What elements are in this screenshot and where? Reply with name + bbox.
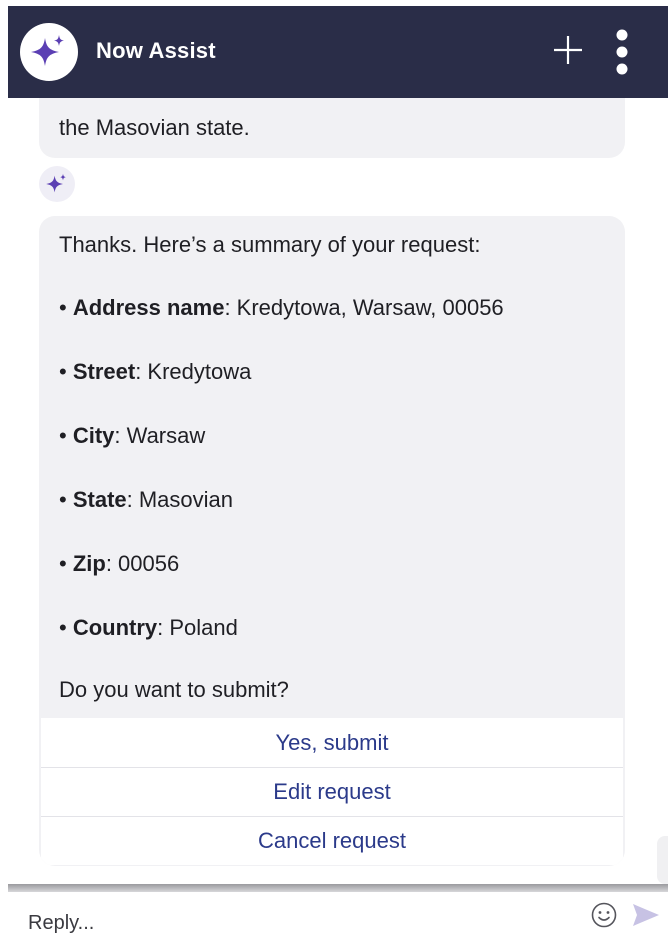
chat-header: Now Assist <box>8 6 668 98</box>
sparkle-icon <box>46 173 66 193</box>
field-value: : Warsaw <box>114 423 206 448</box>
smiley-icon[interactable] <box>590 901 618 929</box>
summary-field-zip: • Zip: 00056 <box>59 551 179 577</box>
send-icon[interactable] <box>631 902 661 928</box>
edit-request-button[interactable]: Edit request <box>41 767 623 816</box>
field-label: Street <box>72 359 136 384</box>
scroll-indicator[interactable] <box>657 836 668 884</box>
bullet: • <box>59 615 67 640</box>
summary-field-street: • Street: Kredytowa <box>59 359 251 385</box>
bot-avatar <box>39 166 75 202</box>
bullet: • <box>59 423 67 448</box>
summary-field-state: • State: Masovian <box>59 487 233 513</box>
now-assist-avatar <box>20 23 78 81</box>
bullet: • <box>59 359 67 384</box>
quick-reply-options: Yes, submit Edit request Cancel request <box>41 718 623 865</box>
field-label: City <box>72 423 115 448</box>
reply-composer <box>0 892 668 952</box>
reply-input[interactable] <box>28 908 568 938</box>
composer-divider <box>8 884 668 892</box>
chat-transcript[interactable]: the Masovian state. Thanks. Here’s a sum… <box>0 98 668 888</box>
kebab-menu-icon[interactable] <box>613 28 631 76</box>
previous-message-bubble: the Masovian state. <box>39 98 625 158</box>
bullet: • <box>59 551 67 576</box>
field-value: : Masovian <box>126 487 234 512</box>
summary-intro: Thanks. Here’s a summary of your request… <box>59 232 481 257</box>
cancel-request-button[interactable]: Cancel request <box>41 816 623 865</box>
bullet: • <box>59 487 67 512</box>
yes-submit-button[interactable]: Yes, submit <box>41 718 623 767</box>
submit-question: Do you want to submit? <box>59 677 289 702</box>
field-value: : 00056 <box>105 551 180 576</box>
field-value: : Kredytowa, Warsaw, 00056 <box>224 295 504 320</box>
field-label: Country <box>72 615 158 640</box>
field-label: Address name <box>72 295 225 320</box>
summary-field-address-name: • Address name: Kredytowa, Warsaw, 00056 <box>59 295 504 321</box>
header-title: Now Assist <box>96 38 216 63</box>
summary-message-bubble: Thanks. Here’s a summary of your request… <box>39 216 625 866</box>
summary-field-city: • City: Warsaw <box>59 423 205 449</box>
summary-field-country: • Country: Poland <box>59 615 238 641</box>
plus-icon[interactable] <box>552 34 584 66</box>
previous-message-text: the Masovian state. <box>59 115 250 140</box>
sparkle-icon <box>31 35 64 66</box>
field-value: : Poland <box>157 615 238 640</box>
field-value: : Kredytowa <box>135 359 252 384</box>
field-label: Zip <box>72 551 106 576</box>
bullet: • <box>59 295 67 320</box>
field-label: State <box>72 487 127 512</box>
